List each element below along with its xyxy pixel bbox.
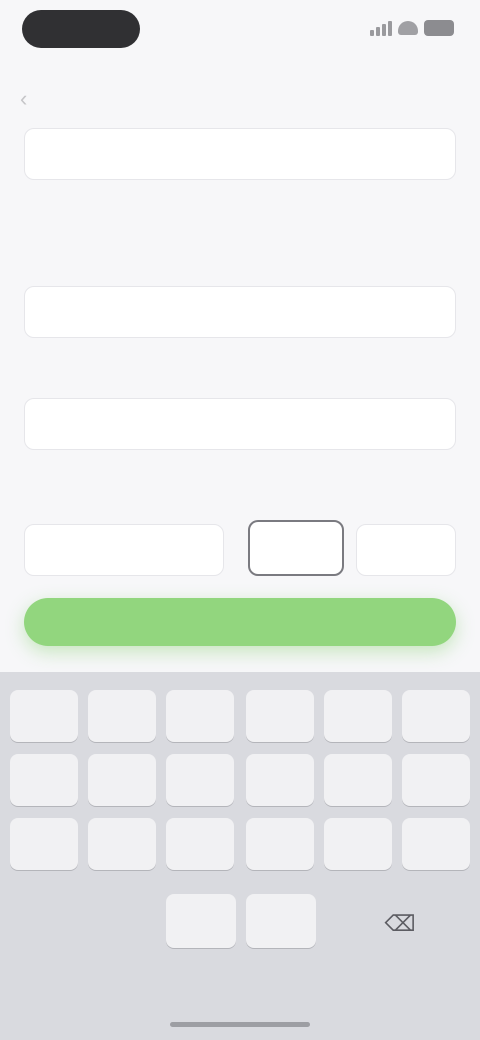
section-one-input[interactable] [24,286,456,338]
key[interactable] [246,690,314,742]
key[interactable] [10,818,78,870]
key[interactable] [324,754,392,806]
key[interactable] [166,690,234,742]
end-time-input[interactable] [248,520,344,576]
period-input[interactable] [356,524,456,576]
confirm-button[interactable] [24,598,456,646]
key[interactable] [402,818,470,870]
status-bar [0,0,480,64]
key[interactable] [88,690,156,742]
key[interactable] [10,690,78,742]
key[interactable] [88,818,156,870]
key[interactable] [324,690,392,742]
key[interactable] [10,754,78,806]
key[interactable] [166,894,236,948]
key[interactable] [246,894,316,948]
key[interactable] [402,754,470,806]
key[interactable] [166,818,234,870]
battery-icon [424,20,454,36]
status-icons [370,20,454,36]
numeric-keyboard: ⌫ [0,672,480,1040]
key[interactable] [246,818,314,870]
start-time-input[interactable] [24,524,224,576]
home-indicator [170,1022,310,1027]
screen: ‹ ⌫ [0,0,480,1040]
key[interactable] [402,690,470,742]
key[interactable] [324,818,392,870]
key[interactable] [246,754,314,806]
backspace-icon[interactable]: ⌫ [372,904,428,944]
status-time-pill [22,10,140,48]
section-two-input[interactable] [24,398,456,450]
chevron-left-icon[interactable]: ‹ [20,86,46,112]
top-field[interactable] [24,128,456,180]
wifi-icon [398,21,418,35]
header: ‹ [0,70,480,130]
key[interactable] [166,754,234,806]
key[interactable] [88,754,156,806]
signal-icon [370,20,392,36]
